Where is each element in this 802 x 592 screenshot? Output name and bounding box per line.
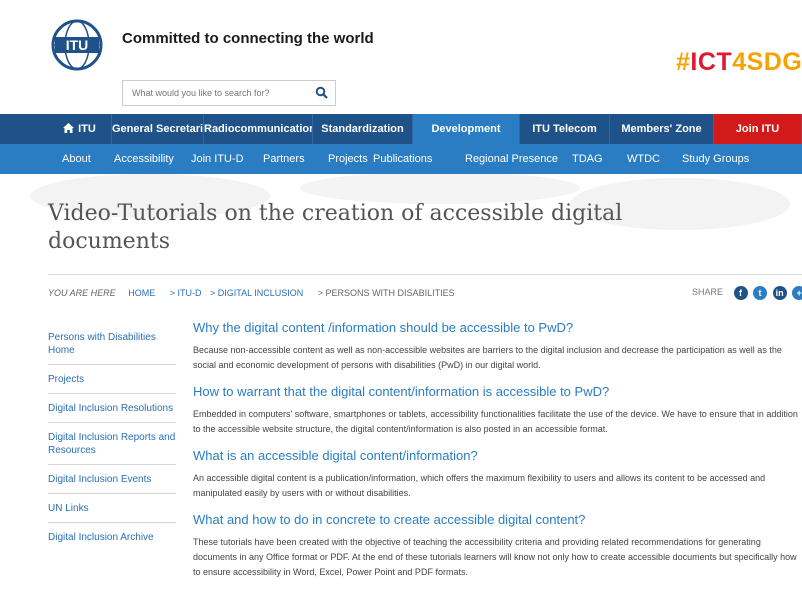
nav-item-standardization[interactable]: Standardization xyxy=(313,114,413,144)
sub-navigation: About Accessibility Join ITU-D Partners … xyxy=(0,144,802,174)
sidebar-item-digital-inclusion-resolutions[interactable]: Digital Inclusion Resolutions xyxy=(48,402,176,423)
search-icon[interactable] xyxy=(315,86,329,100)
subnav-item-accessibility[interactable]: Accessibility xyxy=(114,144,174,174)
breadcrumb-itu-d[interactable]: > ITU-D xyxy=(170,288,202,298)
share-bar: SHARE f t in + xyxy=(692,286,802,300)
breadcrumb: YOU ARE HERE HOME > ITU-D > DIGITAL INCL… xyxy=(48,288,467,298)
breadcrumb-digital-inclusion[interactable]: > DIGITAL INCLUSION xyxy=(210,288,303,298)
section-body-why-accessible: Because non-accessible content as well a… xyxy=(193,345,782,370)
main-navigation: ITU General Secretariat Radiocommunicati… xyxy=(0,114,802,144)
search-input[interactable] xyxy=(123,81,312,105)
hashtag-4sdg: 4SDG xyxy=(732,48,802,76)
breadcrumb-you-are-here: YOU ARE HERE xyxy=(48,288,116,298)
linkedin-icon[interactable]: in xyxy=(772,286,787,300)
section-heading-why-accessible: Why the digital content /information sho… xyxy=(193,320,574,335)
subnav-item-wtdc[interactable]: WTDC xyxy=(627,144,660,174)
nav-item-itu-telecom[interactable]: ITU Telecom xyxy=(520,114,610,144)
subnav-item-join-itu-d[interactable]: Join ITU-D xyxy=(191,144,244,174)
svg-text:ITU: ITU xyxy=(66,37,89,53)
search-box[interactable] xyxy=(122,80,336,106)
subnav-item-tdag[interactable]: TDAG xyxy=(572,144,603,174)
page-hero: Video-Tutorials on the creation of acces… xyxy=(0,174,802,262)
nav-item-itu-label: ITU xyxy=(78,123,96,135)
nav-item-radiocommunication[interactable]: Radiocommunication xyxy=(204,114,313,144)
sidebar-item-un-links[interactable]: UN Links xyxy=(48,502,176,523)
section-body-how-to-warrant: Embedded in computers' software, smartph… xyxy=(193,409,798,434)
nav-item-development[interactable]: Development xyxy=(413,114,520,144)
hashtag-prefix: # xyxy=(676,48,691,76)
ict4sdg-hashtag[interactable]: #ICT4SDG xyxy=(676,48,802,77)
sidebar-item-persons-with-disabilities-home[interactable]: Persons with Disabilities Home xyxy=(48,331,176,365)
breadcrumb-persons-with-disabilities: > PERSONS WITH DISABILITIES xyxy=(317,288,455,298)
section-heading-what-is-accessible: What is an accessible digital content/in… xyxy=(193,448,478,463)
sidebar-nav: Persons with Disabilities Home Projects … xyxy=(48,331,176,559)
subnav-item-about[interactable]: About xyxy=(62,144,91,174)
section-body-what-and-how: These tutorials have been created with t… xyxy=(193,537,797,577)
subnav-item-projects[interactable]: Projects xyxy=(328,144,368,174)
subnav-item-publications[interactable]: Publications xyxy=(373,144,432,174)
sidebar-item-digital-inclusion-archive[interactable]: Digital Inclusion Archive xyxy=(48,531,176,551)
twitter-icon[interactable]: t xyxy=(753,286,768,300)
site-tagline: Committed to connecting the world xyxy=(122,30,374,47)
page-title: Video-Tutorials on the creation of acces… xyxy=(48,201,623,254)
share-label: SHARE xyxy=(692,287,724,298)
section-heading-what-and-how: What and how to do in concrete to create… xyxy=(193,512,586,527)
facebook-icon[interactable]: f xyxy=(733,286,748,300)
title-divider xyxy=(48,274,802,275)
nav-item-itu-home[interactable]: ITU xyxy=(48,114,112,144)
sidebar-item-projects[interactable]: Projects xyxy=(48,373,176,394)
sidebar-item-digital-inclusion-events[interactable]: Digital Inclusion Events xyxy=(48,473,176,494)
nav-item-join-itu[interactable]: Join ITU xyxy=(714,114,802,144)
main-content: Why the digital content /information sho… xyxy=(193,320,802,591)
subnav-item-partners[interactable]: Partners xyxy=(263,144,305,174)
hashtag-ict: ICT xyxy=(690,48,733,76)
home-icon xyxy=(63,123,75,133)
breadcrumb-home[interactable]: HOME xyxy=(128,288,155,298)
nav-item-general-secretariat[interactable]: General Secretariat xyxy=(112,114,204,144)
site-header: ITU Committed to connecting the world #I… xyxy=(0,8,802,114)
subnav-item-study-groups[interactable]: Study Groups xyxy=(682,144,749,174)
section-heading-how-to-warrant: How to warrant that the digital content/… xyxy=(193,384,610,399)
itu-logo[interactable]: ITU xyxy=(48,18,106,72)
subnav-item-regional-presence[interactable]: Regional Presence xyxy=(465,144,558,174)
share-more-icon[interactable]: + xyxy=(792,286,802,300)
section-body-what-is-accessible: An accessible digital content is a publi… xyxy=(193,473,766,498)
sidebar-item-digital-inclusion-reports[interactable]: Digital Inclusion Reports and Resources xyxy=(48,431,176,465)
nav-item-members-zone[interactable]: Members' Zone xyxy=(610,114,714,144)
